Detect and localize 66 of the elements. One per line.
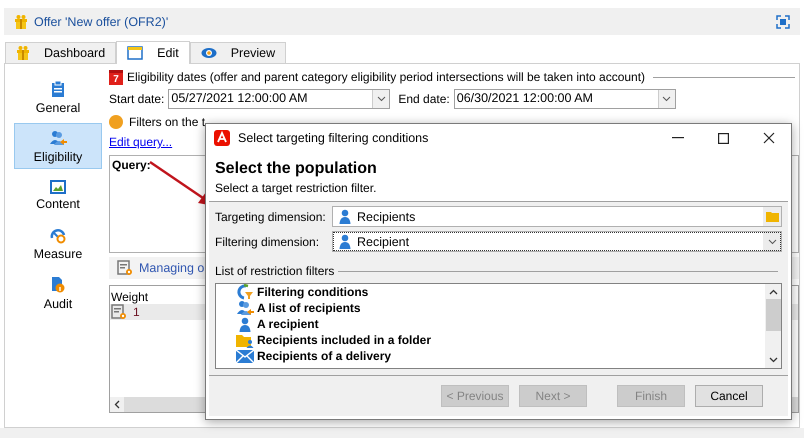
dialog-title: Select targeting filtering conditions — [238, 131, 428, 145]
app-logo-icon — [214, 130, 230, 146]
sidebar-item[interactable]: Audit — [14, 270, 102, 316]
gift-icon — [14, 14, 28, 30]
expand-icon[interactable] — [776, 14, 790, 28]
sidebar-item[interactable]: Measure — [14, 221, 102, 267]
tab[interactable]: Edit — [116, 41, 190, 64]
maximize-icon[interactable] — [718, 132, 729, 144]
scroll-left-icon — [114, 400, 120, 409]
field-label: Targeting dimension: — [215, 210, 327, 224]
chevron-icon — [376, 96, 386, 102]
chevron-icon — [662, 96, 672, 102]
list-item[interactable]: A list of recipients — [236, 300, 765, 316]
clipboard-icon — [51, 80, 65, 98]
document-info-icon — [51, 276, 65, 294]
list-gear-icon — [117, 260, 133, 276]
dialog-subtitle: Select a target restriction filter. — [215, 181, 378, 195]
filters-label: Filters on the t — [129, 115, 206, 129]
sidebar-item[interactable]: Content — [14, 172, 102, 218]
edit-query-link[interactable]: Edit query... — [109, 135, 172, 149]
people-arrow-icon — [236, 299, 254, 317]
person-icon — [339, 234, 351, 249]
gift-icon — [16, 45, 30, 61]
column-header: Weight — [110, 289, 150, 304]
gauge-icon — [50, 228, 66, 244]
list-item[interactable]: Recipients included in a folder — [236, 332, 765, 348]
scroll-up-icon — [768, 289, 778, 295]
filtering-dropdown[interactable]: Recipient — [332, 231, 782, 252]
date-field[interactable]: 05/27/2021 12:00:00 AM — [168, 89, 390, 109]
eye-icon — [200, 47, 217, 59]
image-icon — [50, 180, 66, 194]
people-arrow-icon — [49, 128, 67, 146]
managing-link[interactable]: Managing o — [139, 261, 204, 275]
person-icon — [239, 316, 251, 332]
vertical-scrollbar[interactable] — [765, 284, 781, 368]
list-item[interactable]: Filtering conditions — [236, 284, 765, 300]
section-title: Eligibility dates (offer and parent category eligibility period intersections will be taken into account) — [127, 70, 646, 84]
field-label: End date: — [398, 92, 450, 106]
tab[interactable]: Dashboard — [5, 42, 116, 63]
window-icon — [127, 46, 144, 60]
funnel-cycle-icon — [236, 284, 254, 300]
window-title: Offer 'New offer (OFR2)' — [34, 14, 168, 28]
tab[interactable]: Preview — [190, 42, 286, 63]
folder-person-icon — [236, 332, 254, 348]
sidebar-item[interactable]: General — [14, 74, 102, 120]
targeting-field[interactable]: Recipients — [332, 206, 782, 227]
status-dot-icon — [109, 115, 123, 129]
close-icon[interactable] — [763, 132, 775, 144]
calendar-icon: 7 — [109, 70, 123, 84]
list-gear-icon — [111, 304, 127, 320]
list-title: List of restriction filters — [215, 264, 334, 278]
chevron-icon — [768, 238, 776, 244]
scroll-down-icon — [768, 357, 778, 363]
field-label: Filtering dimension: — [215, 234, 320, 248]
minimize-icon[interactable] — [672, 137, 684, 139]
envelope-icon — [236, 350, 254, 362]
date-field[interactable]: 06/30/2021 12:00:00 AM — [454, 89, 676, 109]
dialog-button[interactable]: Cancel — [695, 385, 763, 407]
query-label: Query: — [112, 158, 151, 172]
field-label: Start date: — [109, 92, 164, 106]
person-icon — [339, 209, 351, 224]
dialog-heading: Select the population — [215, 160, 378, 178]
list-item[interactable]: A recipient — [236, 316, 765, 332]
sidebar-item[interactable]: Eligibility — [14, 123, 102, 169]
folder-icon — [766, 211, 778, 222]
list-item[interactable]: Recipients of a delivery — [236, 348, 765, 364]
